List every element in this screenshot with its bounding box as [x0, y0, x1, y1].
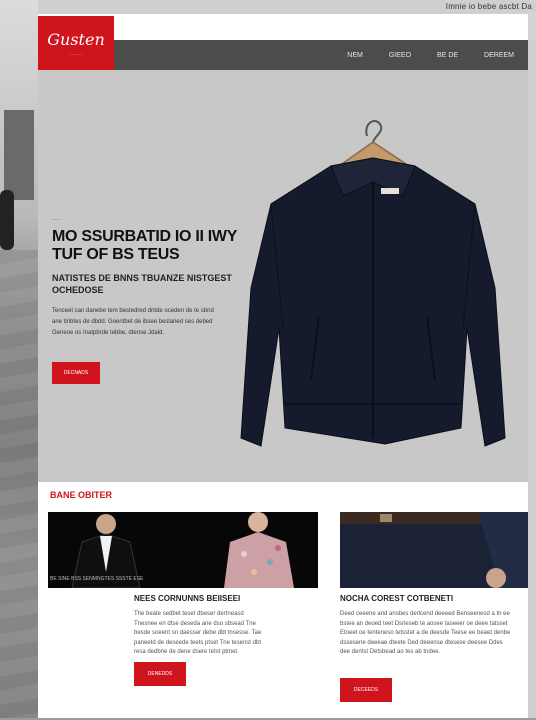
offer-card-2-title: NOCHA COREST COTBENETI	[340, 594, 454, 603]
main-nav: NEM GIEEO BE DE DEREEM	[347, 40, 514, 70]
hero-cta-button[interactable]: DECNADS	[52, 362, 100, 384]
hero-body-text: Tenceet can danebe tem bestedred dntde o…	[52, 308, 214, 336]
nav-item-3[interactable]: BE DE	[437, 52, 458, 59]
model-2-floral-dress-shape	[224, 532, 294, 588]
pedestrian-shape	[0, 190, 14, 250]
model-1-head-shape	[96, 514, 116, 534]
hanger-hook-icon	[365, 120, 383, 143]
nav-item-2[interactable]: GIEEO	[389, 52, 411, 59]
hero-section: ...... MO SSURBATID IO II IWY TUF OF BS …	[38, 70, 528, 482]
offer-card-1-text: The beate sedbet teset dbeser dertneasd …	[134, 611, 262, 655]
offer-card-1-button[interactable]: DENEDDS	[134, 662, 186, 686]
logo-script: Gusten	[47, 30, 105, 49]
jeans-shape	[340, 524, 490, 588]
offer-card-2-button[interactable]: DECEEDS	[340, 678, 392, 702]
nav-item-4[interactable]: DEREEM	[484, 52, 514, 59]
nav-item-1[interactable]: NEM	[347, 52, 363, 59]
jeans-illustration	[340, 512, 528, 588]
hand-shape	[486, 568, 506, 588]
jacket-illustration	[240, 120, 506, 447]
brand-logo[interactable]: Gusten ............	[38, 16, 114, 70]
jacket-product-image	[213, 108, 533, 482]
offer-photo-jeans[interactable]	[340, 512, 528, 588]
model-2-head-shape	[248, 512, 268, 532]
offers-heading: BANE OBITER	[50, 490, 113, 500]
logo-tagline: ............	[69, 51, 83, 56]
top-caption: Imnie io bebe ascbt Da	[445, 2, 532, 11]
offer-photo-caption: BE SINE BSS SENMNGTES SSSTE ESE	[50, 576, 144, 582]
sidewalk-texture	[0, 250, 38, 720]
jacket-tag-shape	[381, 188, 399, 194]
offer-card-2-text: Deed ceeene and ansbes derlcend deeeed B…	[340, 611, 511, 655]
hero-eyebrow: ......	[52, 216, 61, 222]
street-photo-background	[0, 0, 38, 720]
hero-subheadline: NATISTES DE BNNS TBUANZE NISTGEST OCHEDO…	[52, 273, 232, 295]
offer-card-1-title: NEES CORNUNNS BEIISEEI	[134, 594, 241, 603]
building-shape	[4, 110, 34, 200]
website-mockup: NEM GIEEO BE DE DEREEM Gusten ..........…	[38, 14, 528, 720]
